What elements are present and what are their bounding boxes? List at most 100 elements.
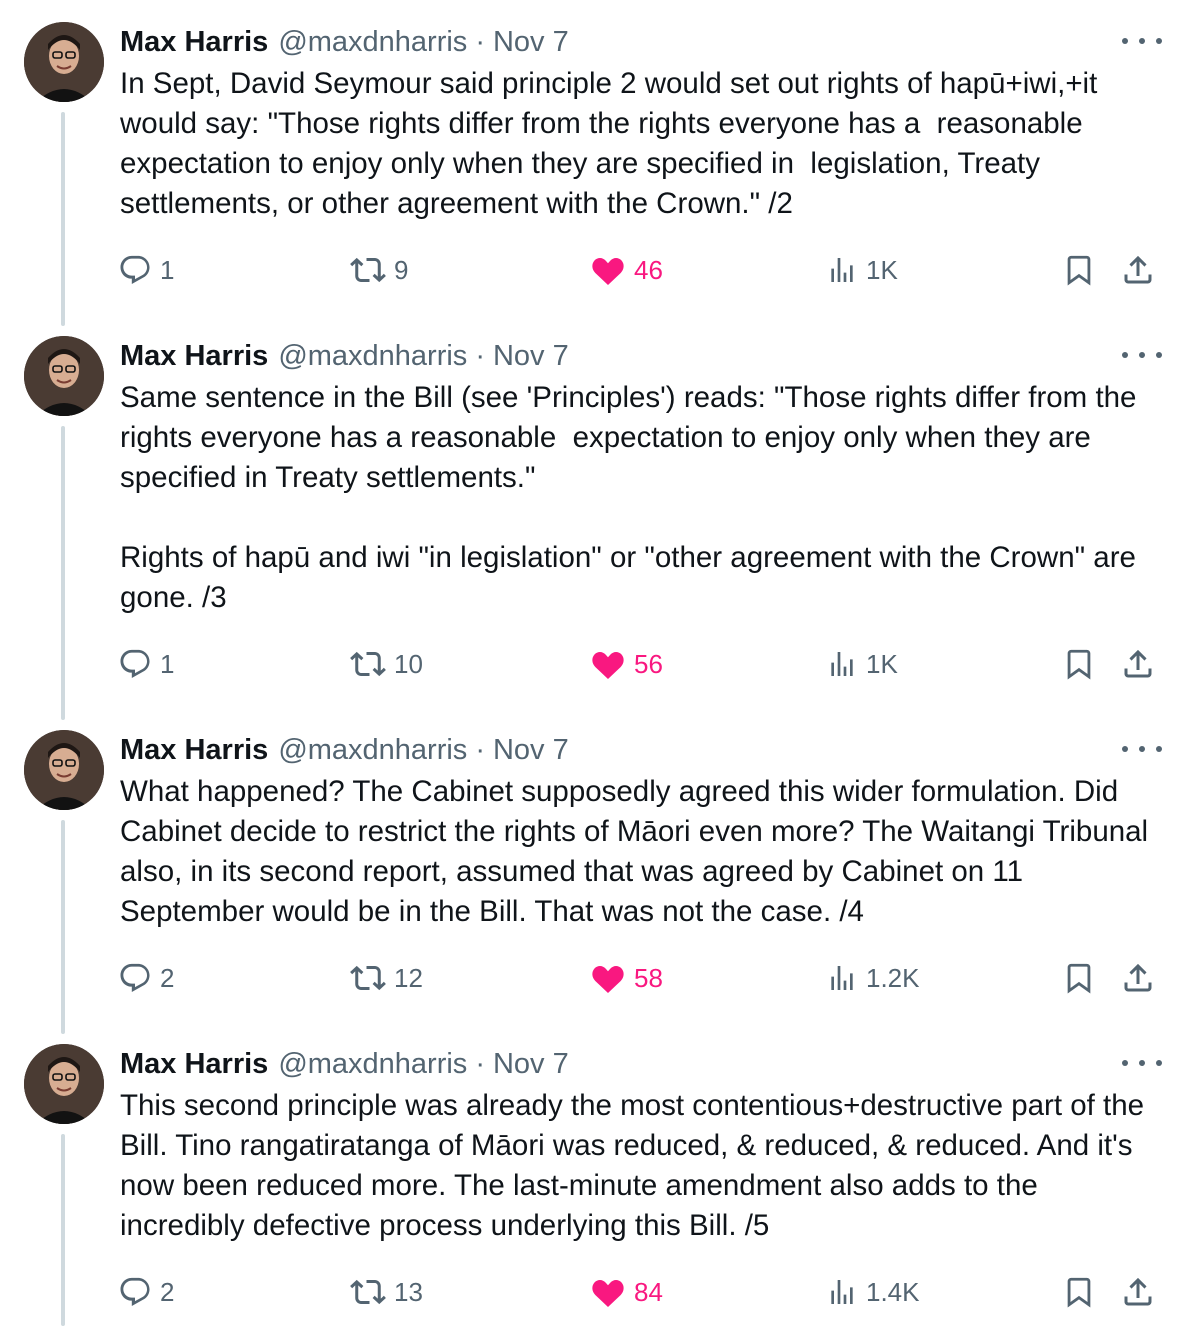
retweet-button[interactable]: 13 [350,1272,423,1312]
bookmark-button[interactable] [1062,1272,1104,1312]
heart-icon [592,257,624,285]
avatar[interactable] [24,336,104,416]
author-name[interactable]: Max Harris [120,26,268,59]
share-button[interactable] [1120,958,1164,998]
views-button[interactable]: 1.2K [826,958,920,998]
heart-icon [592,1279,624,1307]
reply-button[interactable]: 2 [118,958,174,998]
retweet-count: 12 [394,962,423,993]
tweet-text: What happened? The Cabinet supposedly ag… [120,775,1157,928]
reply-button[interactable]: 1 [118,644,174,684]
views-button[interactable]: 1.4K [826,1272,920,1312]
reply-count: 1 [160,648,175,679]
like-count: 58 [634,962,663,993]
avatar-image [24,1044,104,1124]
views-icon [831,652,853,676]
like-button[interactable]: 56 [590,644,663,684]
avatar-image [24,22,104,102]
tweet-actions: 1 10 56 1K [118,644,1158,684]
separator: · [475,25,485,58]
author-name[interactable]: Max Harris [120,1048,268,1081]
heart-icon [592,965,624,993]
view-count: 1.4K [866,1276,920,1307]
avatar[interactable] [24,1044,104,1124]
reply-button[interactable]: 2 [118,1272,174,1312]
reply-button[interactable]: 1 [118,250,174,290]
tweet-actions: 2 12 58 1.2K [118,958,1158,998]
tweet-date[interactable]: Nov 7 [493,340,569,373]
tweet-date[interactable]: Nov 7 [493,734,569,767]
views-icon [831,966,853,990]
tweet-actions: 2 13 84 1.4K [118,1272,1158,1312]
author-name[interactable]: Max Harris [120,340,268,373]
avatar-image [24,730,104,810]
retweet-button[interactable]: 10 [350,644,423,684]
share-button[interactable] [1120,644,1164,684]
thread-line [61,820,65,1034]
avatar[interactable] [24,22,104,102]
tweet-text: Same sentence in the Bill (see 'Principl… [120,381,1137,614]
separator: · [475,339,485,372]
avatar[interactable] [24,730,104,810]
bookmark-icon [1067,963,1091,994]
more-icon[interactable] [1122,734,1162,764]
reply-icon [120,963,150,992]
like-button[interactable]: 46 [590,250,663,290]
author-handle[interactable]: @maxdnharris [278,1048,467,1081]
thread-line [61,426,65,720]
tweet-date[interactable]: Nov 7 [493,1048,569,1081]
like-count: 46 [634,254,663,285]
reply-count: 2 [160,962,175,993]
more-icon[interactable] [1122,340,1162,370]
retweet-button[interactable]: 9 [350,250,408,290]
reply-icon [120,649,150,678]
retweet-button[interactable]: 12 [350,958,423,998]
author-handle[interactable]: @maxdnharris [278,734,467,767]
author-handle[interactable]: @maxdnharris [278,340,467,373]
views-icon [831,258,853,282]
retweet-icon [350,1279,386,1305]
like-count: 56 [634,648,663,679]
reply-count: 1 [160,254,175,285]
view-count: 1K [866,648,898,679]
share-icon [1124,963,1152,992]
tweet-actions: 1 9 46 1K [118,250,1158,290]
tweet-text: This second principle was already the mo… [120,1089,1153,1242]
author-handle[interactable]: @maxdnharris [278,26,467,59]
bookmark-button[interactable] [1062,644,1104,684]
tweet-header: Max Harris @maxdnharris · Nov 7 [120,336,569,376]
retweet-icon [350,965,386,991]
bookmark-icon [1067,1277,1091,1308]
tweet-text: In Sept, David Seymour said principle 2 … [120,67,1106,220]
views-icon [831,1280,853,1304]
reply-icon [120,255,150,284]
share-icon [1124,649,1152,678]
reply-icon [120,1277,150,1306]
bookmark-button[interactable] [1062,958,1104,998]
share-icon [1124,1277,1152,1306]
share-button[interactable] [1120,1272,1164,1312]
views-button[interactable]: 1K [826,250,898,290]
like-button[interactable]: 84 [590,1272,663,1312]
retweet-icon [350,651,386,677]
retweet-count: 13 [394,1276,423,1307]
separator: · [475,1047,485,1080]
more-icon[interactable] [1122,26,1162,56]
tweet-header: Max Harris @maxdnharris · Nov 7 [120,1044,569,1084]
separator: · [475,733,485,766]
thread-line [61,112,65,326]
heart-icon [592,651,624,679]
share-icon [1124,255,1152,284]
avatar-image [24,336,104,416]
author-name[interactable]: Max Harris [120,734,268,767]
share-button[interactable] [1120,250,1164,290]
bookmark-button[interactable] [1062,250,1104,290]
views-button[interactable]: 1K [826,644,898,684]
tweet-header: Max Harris @maxdnharris · Nov 7 [120,730,569,770]
view-count: 1K [866,254,898,285]
like-button[interactable]: 58 [590,958,663,998]
reply-count: 2 [160,1276,175,1307]
thread-line [61,1134,65,1326]
more-icon[interactable] [1122,1048,1162,1078]
tweet-date[interactable]: Nov 7 [493,26,569,59]
